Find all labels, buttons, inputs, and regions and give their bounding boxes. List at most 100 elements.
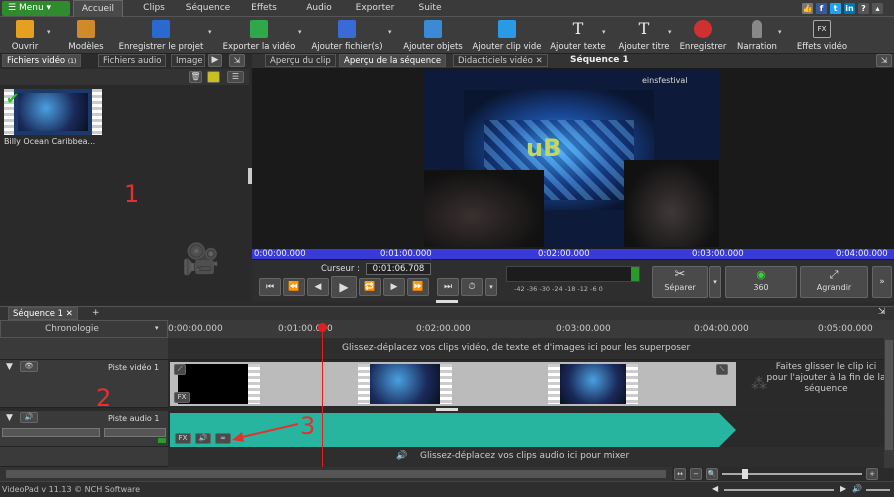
narration-dropdown-icon[interactable]: ▾ [778,28,782,36]
clip-thumbnail[interactable]: ✔ [4,89,102,135]
tabs-scroll-right-icon[interactable]: ▶ [208,54,222,67]
fade-in-icon[interactable]: ⟋ [174,364,186,375]
tab-sequence-preview[interactable]: Aperçu de la séquence [339,54,447,67]
title-dropdown-icon[interactable]: ▾ [668,28,672,36]
preview-splitter[interactable] [436,300,458,303]
undock-preview-icon[interactable]: ⇲ [876,54,892,67]
video-effects-button[interactable]: FX Effets vidéo [792,17,852,54]
twitter-icon[interactable]: t [830,3,841,14]
status-left-arrow-icon[interactable]: ◀ [712,484,718,493]
tab-tutorials[interactable]: Didacticiels vidéo ✕ [453,54,548,67]
audio-fx-icon[interactable]: FX [175,433,191,444]
speed-dropdown-icon[interactable]: ▾ [485,278,497,296]
save-dropdown-icon[interactable]: ▾ [208,28,212,36]
pan-slider[interactable] [104,428,166,437]
tab-exporter[interactable]: Exporter [352,0,398,17]
close-sequence-icon[interactable]: ✕ [66,309,73,319]
add-text-button[interactable]: T Ajouter texte [548,17,608,54]
timeline-playhead[interactable] [322,325,323,467]
collapse-audio-track-icon[interactable]: ▼ [6,413,13,423]
step-forward-icon[interactable]: ▶ [383,278,405,296]
zoom-in-icon[interactable]: + [866,468,878,480]
enlarge-button[interactable]: ⤢ Agrandir [800,266,868,298]
timeline-vscrollbar[interactable] [884,338,894,468]
go-to-end-icon[interactable]: ⏭ [437,278,459,296]
go-to-start-icon[interactable]: ⏮ [259,278,281,296]
split-button[interactable]: ✂ Séparer [652,266,708,298]
step-back-icon[interactable]: ◀ [307,278,329,296]
split-dropdown-icon[interactable]: ▾ [709,266,721,298]
add-files-button[interactable]: Ajouter fichier(s) [310,17,384,54]
open-button[interactable]: Ouvrir [4,17,46,54]
main-menu-button[interactable]: ☰ Menu ▾ [2,1,70,16]
chronology-dropdown[interactable]: Chronologie ▾ [0,320,168,338]
video-preview[interactable]: uB einsfestival [424,70,719,247]
timeline-hscrollbar[interactable] [0,467,672,481]
save-project-button[interactable]: Enregistrer le projet [116,17,206,54]
tab-audio-files[interactable]: Fichiers audio [98,54,167,67]
play-icon[interactable]: ▶ [331,276,357,298]
add-title-button[interactable]: T Ajouter titre [616,17,672,54]
speaker-icon[interactable]: 🔊 [20,412,38,423]
audio-drop-track[interactable]: 🔊 Glissez-déplacez vos clips audio ici p… [0,447,894,467]
zoom-slider[interactable] [722,469,862,479]
help-icon[interactable]: ? [858,3,869,14]
templates-button[interactable]: Modèles [62,17,110,54]
facebook-icon[interactable]: f [816,3,827,14]
narration-button[interactable]: Narration [734,17,780,54]
tab-sequence[interactable]: Séquence [184,0,232,17]
thumbnail-view-icon[interactable] [207,71,220,83]
status-slider[interactable] [724,489,834,491]
minimize-ribbon-icon[interactable]: ▴ [872,3,883,14]
trash-icon[interactable]: 🗑 [189,71,202,83]
zoom-icon[interactable]: 🔍 [706,468,718,480]
text-dropdown-icon[interactable]: ▾ [602,28,606,36]
add-blank-clip-button[interactable]: Ajouter clip vide [470,17,544,54]
tab-images[interactable]: Image [171,54,205,67]
tab-suite[interactable]: Suite [414,0,446,17]
video-fx-icon[interactable]: FX [174,392,190,403]
eye-icon[interactable]: 👁 [20,361,38,372]
export-video-button[interactable]: Exporter la vidéo [220,17,298,54]
fit-timeline-icon[interactable]: ↔ [674,468,686,480]
video-clip[interactable]: FX ⟋ ⟍ [170,362,736,406]
tab-sequence-1[interactable]: Séquence 1 ✕ [8,307,78,320]
status-volume-icon[interactable]: 🔊 [852,484,862,493]
export-dropdown-icon[interactable]: ▾ [298,28,302,36]
tab-clips[interactable]: Clips [138,0,170,17]
previous-clip-icon[interactable]: ⏪ [283,278,305,296]
undock-timeline-icon[interactable]: ⇲ [878,307,886,317]
open-dropdown-icon[interactable]: ▾ [47,28,51,36]
cursor-time-input[interactable]: 0:01:06.708 [366,263,431,275]
add-objects-button[interactable]: Ajouter objets [400,17,466,54]
master-volume-slider[interactable] [866,489,890,491]
overlay-track[interactable]: Glissez-déplacez vos clips vidéo, de tex… [0,338,894,360]
like-icon[interactable]: 👍 [802,3,813,14]
status-right-arrow-icon[interactable]: ▶ [840,484,846,493]
playhead-handle[interactable] [318,323,327,332]
loop-icon[interactable]: 🔁 [359,278,381,296]
audio-volume-icon[interactable]: 🔊 [195,433,211,444]
close-tab-icon[interactable]: ✕ [536,56,543,66]
video-logo: uB [526,134,562,162]
collapse-video-track-icon[interactable]: ▼ [6,362,13,372]
tab-clip-preview[interactable]: Aperçu du clip [265,54,336,67]
more-actions-icon[interactable]: » [872,266,892,298]
linkedin-icon[interactable]: in [844,3,855,14]
speed-icon[interactable]: ⏱ [461,278,483,296]
zoom-out-icon[interactable]: − [690,468,702,480]
next-clip-icon[interactable]: ⏩ [407,278,429,296]
tab-audio[interactable]: Audio [302,0,336,17]
fade-out-icon[interactable]: ⟍ [716,364,728,375]
list-view-icon[interactable]: ☰ [227,71,244,83]
tab-accueil[interactable]: Accueil [73,0,123,17]
record-button[interactable]: Enregistrer [676,17,730,54]
360-button[interactable]: ◉ 360 [725,266,797,298]
preview-ruler[interactable]: 0:00:00.000 0:01:00.000 0:02:00.000 0:03… [252,249,894,259]
tab-effets[interactable]: Effets [246,0,282,17]
add-files-dropdown-icon[interactable]: ▾ [388,28,392,36]
undock-panel-icon[interactable]: ⇲ [229,54,245,67]
volume-slider[interactable] [2,428,100,437]
tab-video-files[interactable]: Fichiers vidéo (1) [2,54,82,67]
add-sequence-icon[interactable]: + [92,308,100,318]
